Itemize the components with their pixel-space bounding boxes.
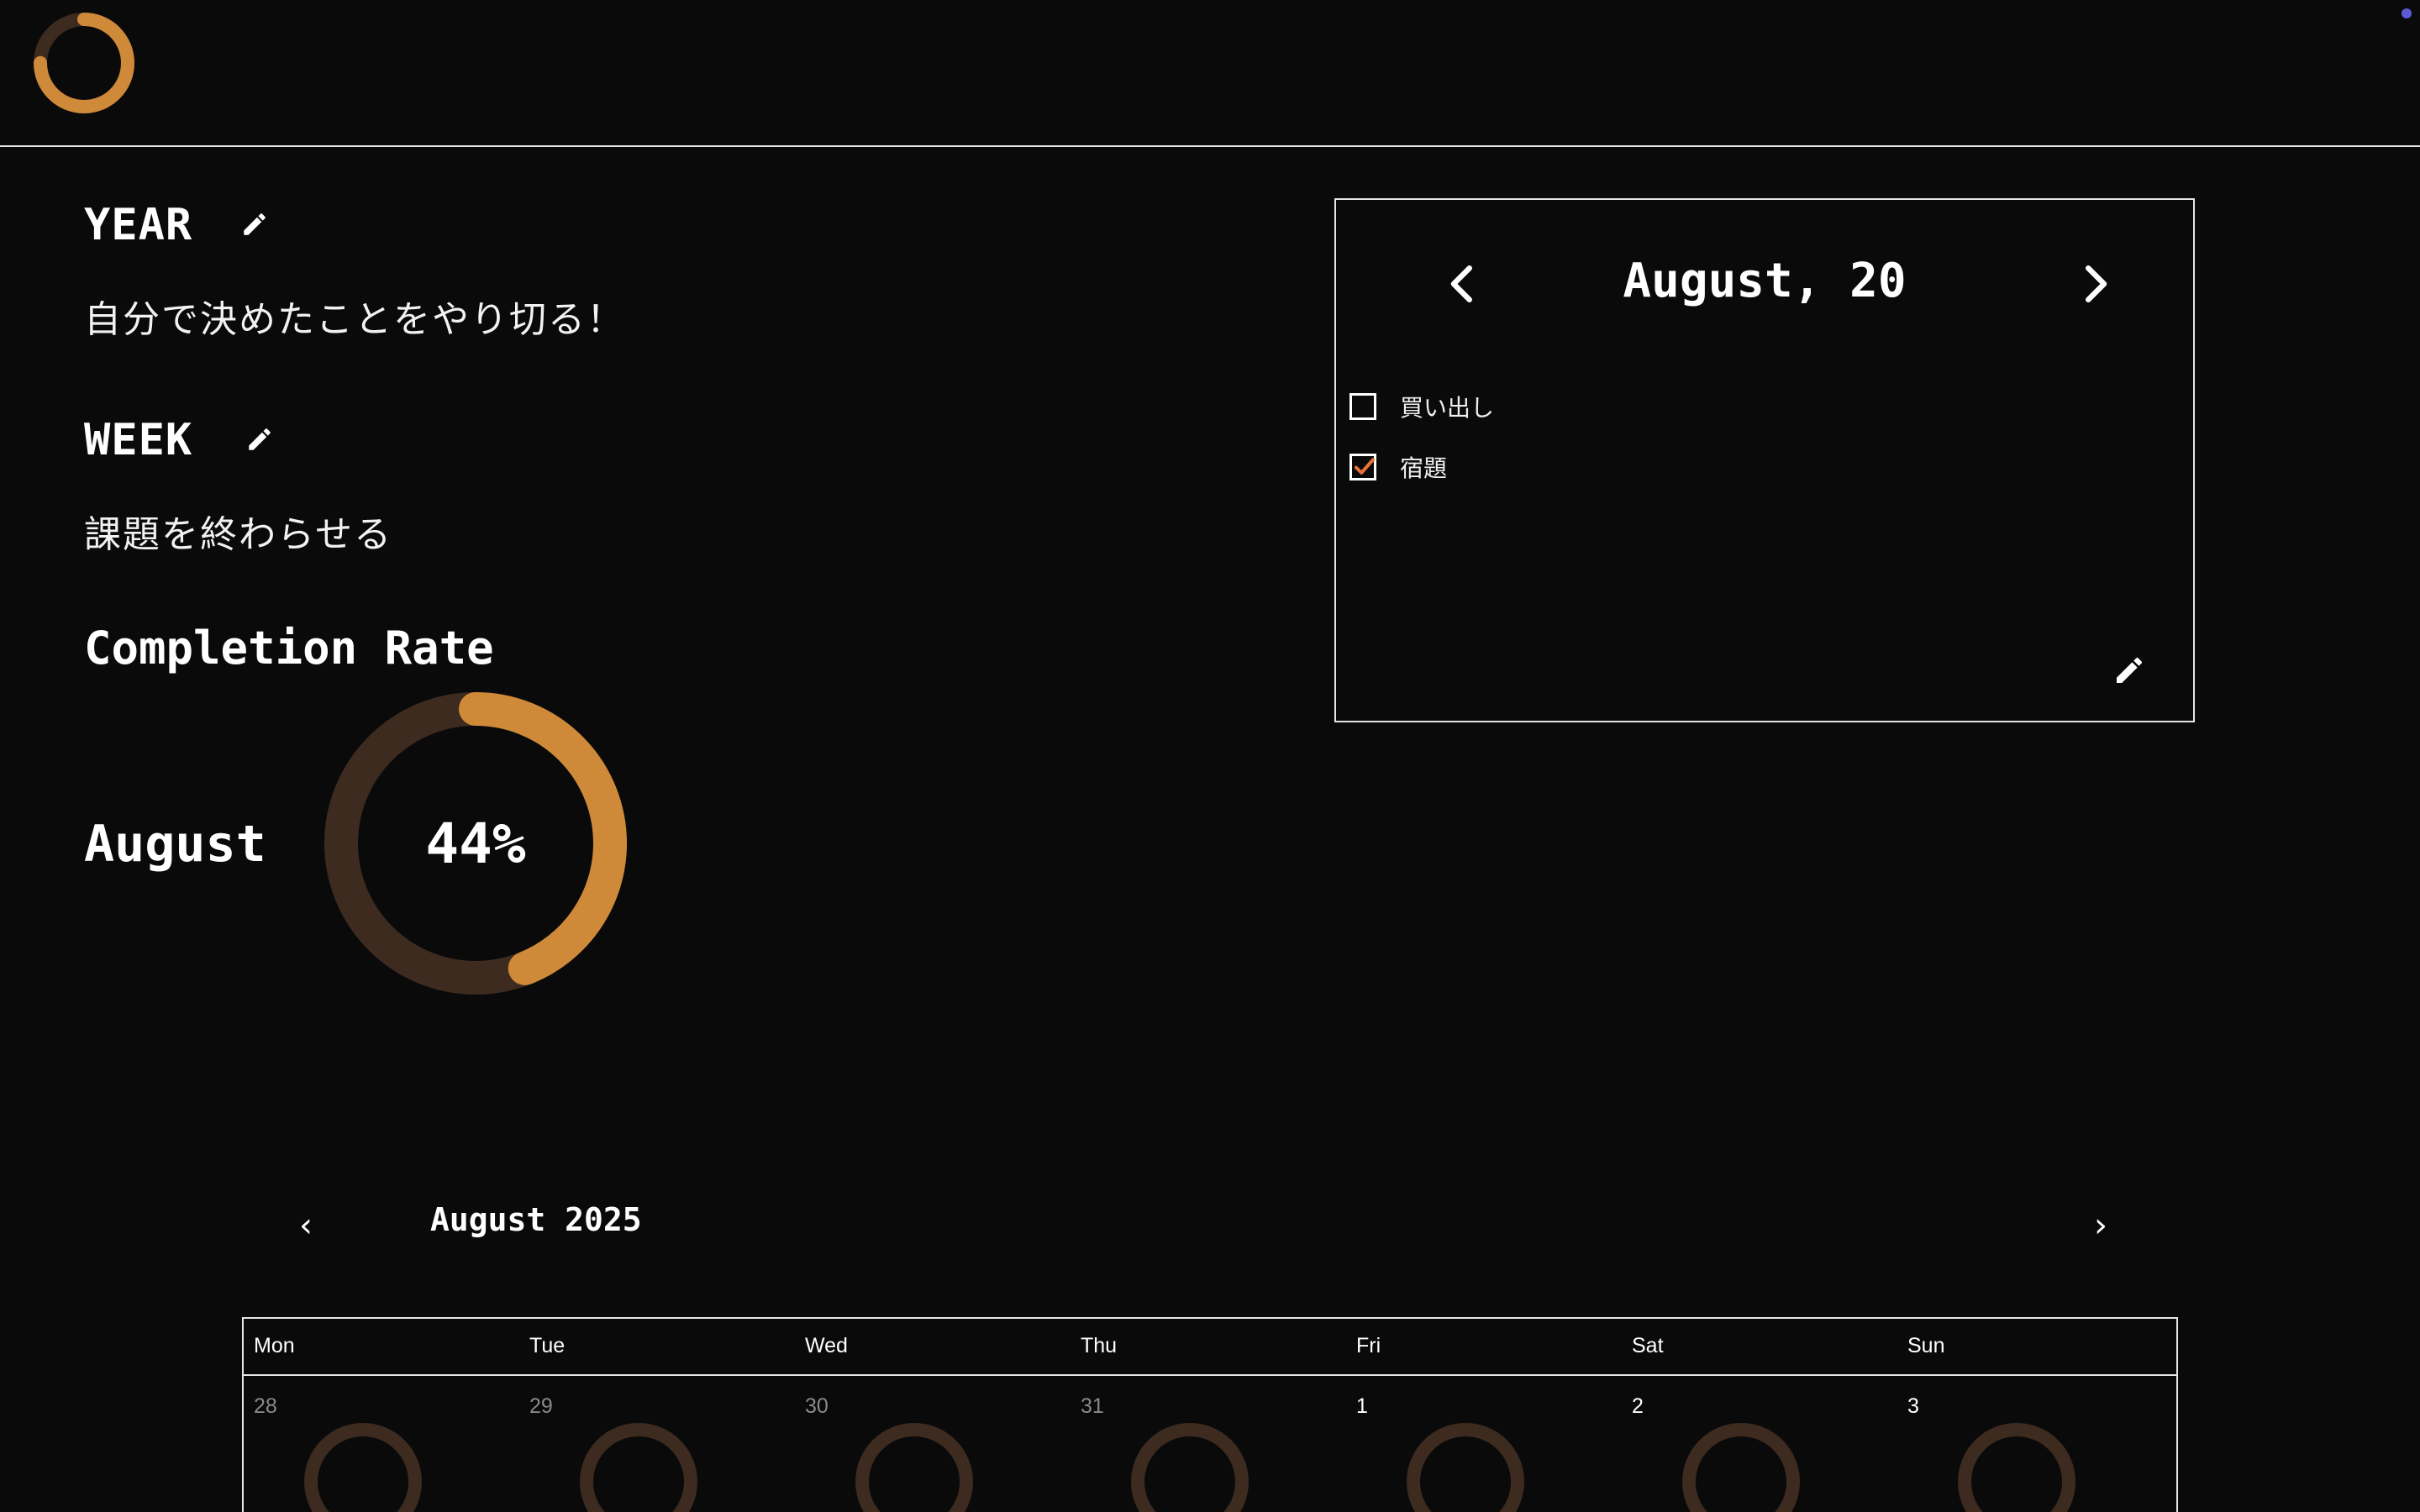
day-progress-ring [1958, 1423, 2075, 1512]
todo-checkbox-checked[interactable] [1349, 454, 1376, 480]
todo-date-title: August, 20 [1623, 254, 1907, 308]
day-progress-ring [580, 1423, 697, 1512]
day-number: 30 [805, 1394, 829, 1418]
completion-rate-title: Completion Rate [84, 622, 494, 675]
completion-month-label: August [84, 815, 266, 874]
weekday-label: Fri [1356, 1334, 1381, 1357]
status-dot [2402, 8, 2412, 18]
week-title: WEEK [84, 415, 193, 465]
day-number: 29 [529, 1394, 553, 1418]
calendar-month-title: August 2025 [430, 1201, 642, 1238]
weekday-label: Sun [1907, 1334, 1945, 1357]
top-header [0, 0, 2420, 147]
next-month-chevron-icon[interactable]: › [2094, 1206, 2107, 1245]
calendar-day-cell[interactable]: 1 [1346, 1378, 1622, 1512]
weekday-label: Thu [1081, 1334, 1118, 1357]
day-progress-ring [1407, 1423, 1524, 1512]
calendar-weekday-header: Mon Tue Wed Thu Fri Sat Sun [244, 1319, 2176, 1376]
week-goal-text: 課題を終わらせる [84, 513, 393, 556]
calendar-day-cell[interactable]: 29 [519, 1378, 795, 1512]
calendar-day-cell[interactable]: 2 [1622, 1378, 1897, 1512]
year-goal-text: 自分で決めたことをやり切る！ [84, 298, 625, 341]
weekday-label: Mon [254, 1334, 295, 1357]
todo-list: 買い出し 宿題 [1349, 376, 1494, 497]
weekday-label: Sat [1632, 1334, 1664, 1357]
day-progress-ring [1682, 1423, 1800, 1512]
weekday-label: Wed [805, 1334, 848, 1357]
todo-item[interactable]: 宿題 [1349, 437, 1494, 497]
day-number: 31 [1081, 1394, 1104, 1418]
edit-todo-pencil-icon[interactable] [2112, 654, 2146, 687]
ring-progress-logo-icon[interactable] [32, 11, 136, 115]
edit-week-pencil-icon[interactable] [245, 425, 274, 454]
app-page: YEAR 自分で決めたことをやり切る！ WEEK 課題を終わらせる Comple… [0, 0, 2420, 1512]
day-number: 28 [254, 1394, 277, 1418]
day-progress-ring [1131, 1423, 1249, 1512]
day-number: 3 [1907, 1394, 1919, 1418]
completion-percent: 44% [425, 811, 526, 876]
day-progress-ring [304, 1423, 422, 1512]
todo-item-label: 買い出し [1400, 394, 1495, 422]
calendar-day-cell[interactable]: 30 [795, 1378, 1071, 1512]
todo-checkbox-unchecked[interactable] [1349, 393, 1376, 420]
calendar-grid: Mon Tue Wed Thu Fri Sat Sun 28 29 30 31 … [242, 1317, 2178, 1512]
daily-todo-panel: August, 20 買い出し 宿題 [1334, 198, 2195, 722]
prev-month-chevron-icon[interactable]: ‹ [299, 1206, 313, 1245]
calendar-day-cell[interactable]: 3 [1897, 1378, 2173, 1512]
todo-item[interactable]: 買い出し [1349, 376, 1494, 437]
todo-item-label: 宿題 [1400, 454, 1448, 482]
day-number: 2 [1632, 1394, 1644, 1418]
weekday-label: Tue [529, 1334, 566, 1357]
completion-donut: 44% [323, 690, 629, 996]
checkmark-icon [1355, 458, 1375, 475]
day-number: 1 [1356, 1394, 1368, 1418]
next-day-chevron-right-icon[interactable] [2070, 259, 2121, 309]
year-title: YEAR [84, 200, 193, 250]
calendar-day-cell[interactable]: 28 [244, 1378, 519, 1512]
day-progress-ring [855, 1423, 973, 1512]
edit-year-pencil-icon[interactable] [240, 210, 269, 239]
calendar-day-cell[interactable]: 31 [1071, 1378, 1346, 1512]
